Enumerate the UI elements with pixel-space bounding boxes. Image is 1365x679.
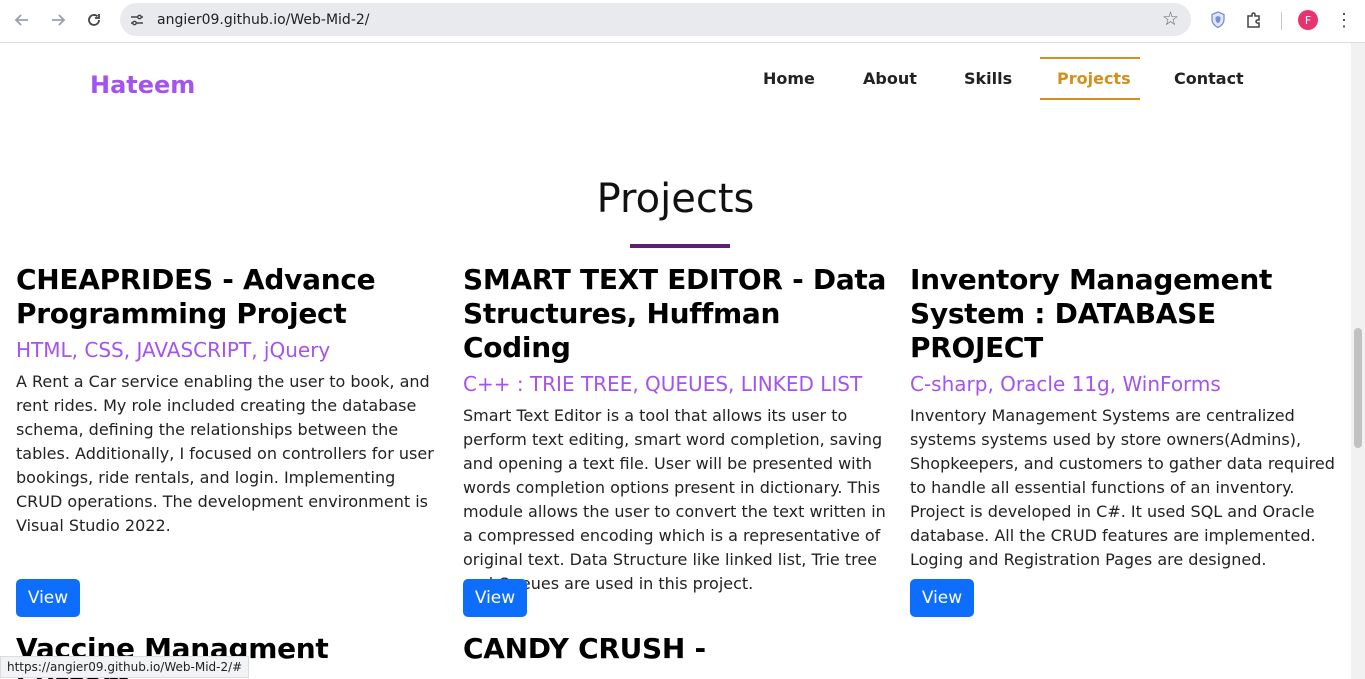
project-description: A Rent a Car service enabling the user t… bbox=[16, 372, 434, 535]
profile-avatar[interactable]: F bbox=[1296, 8, 1320, 32]
vertical-scrollbar[interactable] bbox=[1351, 43, 1365, 679]
view-button[interactable]: View bbox=[910, 579, 974, 617]
extensions-puzzle-icon[interactable] bbox=[1242, 8, 1266, 32]
nav-projects[interactable]: Projects bbox=[1057, 69, 1131, 88]
site-settings-icon[interactable] bbox=[128, 11, 146, 29]
profile-initial: F bbox=[1298, 10, 1318, 30]
address-bar[interactable]: angier09.github.io/Web-Mid-2/ ☆ bbox=[120, 3, 1191, 36]
shield-extension-icon[interactable] bbox=[1206, 8, 1230, 32]
forward-arrow-icon[interactable] bbox=[45, 7, 71, 33]
project-title: CANDY CRUSH - bbox=[463, 632, 706, 665]
project-title: CHEAPRIDES - Advance Programming Project bbox=[16, 263, 376, 330]
scrollbar-thumb[interactable] bbox=[1354, 328, 1362, 448]
view-button[interactable]: View bbox=[16, 579, 80, 617]
project-description: Smart Text Editor is a tool that allows … bbox=[463, 406, 886, 593]
bookmark-star-icon[interactable]: ☆ bbox=[1162, 8, 1179, 31]
project-tech: C++ : TRIE TREE, QUEUES, LINKED LIST bbox=[463, 372, 863, 396]
project-card: SMART TEXT EDITOR - Data Structures, Huf… bbox=[463, 263, 888, 596]
back-arrow-icon[interactable] bbox=[9, 7, 35, 33]
nav-skills[interactable]: Skills bbox=[964, 69, 1012, 88]
page-viewport: Hateem Home About Skills Projects Contac… bbox=[0, 43, 1351, 679]
nav-contact[interactable]: Contact bbox=[1174, 69, 1244, 88]
view-button[interactable]: View bbox=[463, 579, 527, 617]
url-text[interactable]: angier09.github.io/Web-Mid-2/ bbox=[157, 12, 370, 28]
browser-toolbar: angier09.github.io/Web-Mid-2/ ☆ F ⋮ bbox=[0, 0, 1365, 43]
project-title: Inventory Management System : DATABASE P… bbox=[910, 263, 1273, 364]
project-card: CHEAPRIDES - Advance Programming Project… bbox=[16, 263, 441, 538]
project-card: Inventory Management System : DATABASE P… bbox=[910, 263, 1335, 572]
project-description: Inventory Management Systems are central… bbox=[910, 406, 1335, 569]
project-card: CANDY CRUSH - bbox=[463, 632, 888, 666]
project-tech: C-sharp, Oracle 11g, WinForms bbox=[910, 372, 1221, 396]
section-title: Projects bbox=[596, 176, 755, 222]
nav-home[interactable]: Home bbox=[763, 69, 815, 88]
project-tech: HTML, CSS, JAVASCRIPT, jQuery bbox=[16, 338, 331, 362]
reload-icon[interactable] bbox=[81, 7, 107, 33]
title-underline bbox=[630, 244, 730, 248]
kebab-menu-icon[interactable]: ⋮ bbox=[1332, 8, 1356, 32]
project-title: SMART TEXT EDITOR - Data Structures, Huf… bbox=[463, 263, 887, 364]
toolbar-divider bbox=[1281, 12, 1282, 30]
status-bar-url: https://angier09.github.io/Web-Mid-2/# bbox=[0, 656, 250, 678]
site-logo[interactable]: Hateem bbox=[90, 71, 195, 99]
nav-about[interactable]: About bbox=[863, 69, 917, 88]
